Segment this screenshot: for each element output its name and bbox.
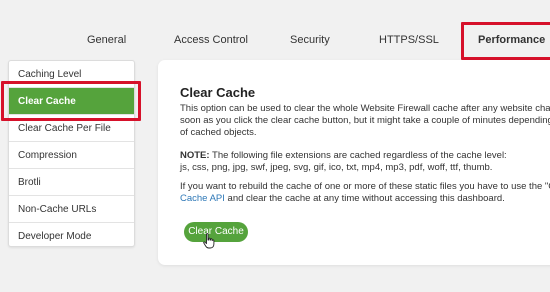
sidebar-item-compression[interactable]: Compression — [9, 142, 134, 169]
note-text: The following file extensions are cached… — [209, 150, 507, 161]
note-label: NOTE: — [180, 150, 210, 161]
sidebar-item-non-cache-urls[interactable]: Non-Cache URLs — [9, 196, 134, 223]
description-line-2: soon as you click the clear cache button… — [180, 115, 550, 126]
clear-cache-button[interactable]: Clear Cache — [184, 222, 248, 242]
tab-access-control[interactable]: Access Control — [174, 34, 248, 46]
sidebar-item-brotli[interactable]: Brotli — [9, 169, 134, 196]
tab-https-ssl[interactable]: HTTPS/SSL — [379, 34, 439, 46]
top-tab-bar: General Access Control Security HTTPS/SS… — [0, 0, 550, 60]
description-line-3: of cached objects. — [180, 127, 257, 138]
rebuild-line-1: If you want to rebuild the cache of one … — [180, 181, 550, 192]
rebuild-line-2: Cache API and clear the cache at any tim… — [180, 193, 505, 205]
highlight-box-performance — [461, 22, 550, 60]
rebuild-line-2-text: and clear the cache at any time without … — [224, 193, 505, 204]
highlight-box-clear-cache — [1, 81, 141, 121]
panel-title: Clear Cache — [180, 85, 256, 100]
cache-api-link[interactable]: Cache API — [180, 193, 225, 204]
tab-general[interactable]: General — [87, 34, 126, 46]
sidebar-item-developer-mode[interactable]: Developer Mode — [9, 223, 134, 250]
clear-cache-panel: Clear Cache This option can be used to c… — [158, 60, 550, 265]
hand-cursor-icon — [203, 233, 215, 249]
extensions-list: js, css, png, jpg, swf, jpeg, svg, gif, … — [180, 162, 493, 173]
tab-security[interactable]: Security — [290, 34, 330, 46]
note-line: NOTE: The following file extensions are … — [180, 150, 507, 162]
description-line-1: This option can be used to clear the who… — [180, 103, 550, 114]
